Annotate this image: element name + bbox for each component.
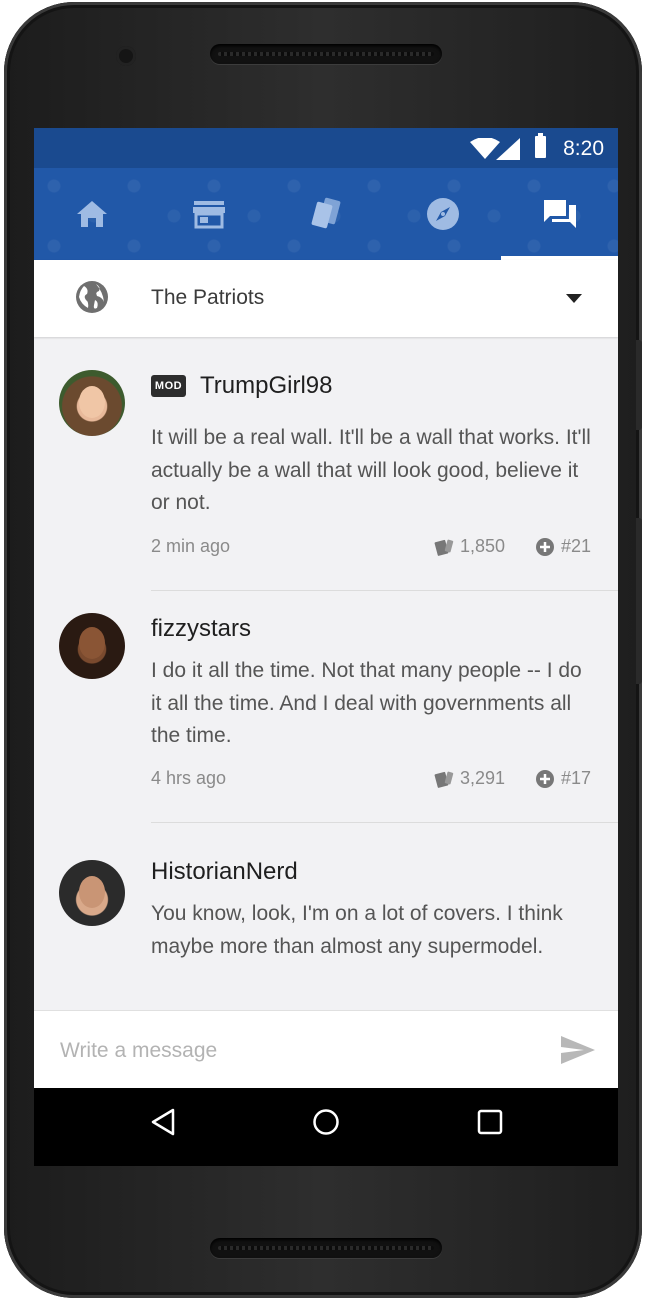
rank-badge: #17: [535, 768, 591, 789]
message-text: You know, look, I'm on a lot of covers. …: [151, 902, 563, 958]
divider: [151, 590, 618, 591]
cards-icon: [311, 197, 341, 229]
home-icon: [77, 201, 107, 227]
tab-cards[interactable]: [268, 168, 384, 260]
power-button: [636, 518, 642, 684]
message-composer: [34, 1010, 618, 1089]
mod-badge: MOD: [151, 375, 186, 397]
send-icon[interactable]: [560, 1035, 596, 1065]
avatar[interactable]: [59, 370, 125, 436]
battery-icon: [535, 133, 546, 158]
status-bar: 8:20: [34, 128, 618, 168]
system-nav-bar: [34, 1088, 618, 1166]
likes-value: 3,291: [459, 768, 505, 788]
globe-icon: [76, 281, 108, 313]
home-button-icon[interactable]: [312, 1108, 340, 1136]
avatar[interactable]: [59, 860, 125, 926]
avatar[interactable]: [59, 613, 125, 679]
volume-button: [636, 340, 642, 430]
tab-explore[interactable]: [385, 168, 501, 260]
divider: [151, 822, 618, 823]
rank-badge: #21: [535, 536, 591, 557]
bottom-speaker: [210, 1238, 442, 1258]
front-camera: [116, 46, 136, 66]
message-text: It will be a real wall. It'll be a wall …: [151, 426, 591, 514]
group-name: The Patriots: [151, 286, 265, 309]
message-time: 2 min ago: [151, 536, 231, 556]
tab-home[interactable]: [34, 168, 150, 260]
tab-chat[interactable]: [502, 168, 618, 260]
likes-value: 1,850: [459, 536, 505, 556]
cards-icon: [434, 539, 454, 556]
username[interactable]: fizzystars: [151, 615, 251, 643]
chat-icon: [544, 200, 576, 228]
back-icon[interactable]: [150, 1108, 176, 1136]
plus-circle-icon: [535, 537, 554, 556]
phone-frame: 8:20 The Patriots MOD TrumpGirl98 It wil…: [4, 2, 642, 1298]
group-selector[interactable]: The Patriots: [34, 260, 618, 337]
tab-bar: [34, 168, 618, 260]
signal-icon: [496, 138, 520, 160]
cards-icon: [434, 771, 454, 788]
plus-circle-icon: [535, 769, 554, 788]
rank-value: #17: [560, 768, 591, 788]
recents-icon[interactable]: [477, 1108, 503, 1136]
screen: 8:20 The Patriots MOD TrumpGirl98 It wil…: [34, 128, 618, 1166]
status-time: 8:20: [563, 137, 604, 160]
top-speaker: [210, 44, 442, 64]
tab-store[interactable]: [151, 168, 267, 260]
likes-count[interactable]: 3,291: [434, 768, 505, 789]
compass-icon: [427, 198, 459, 230]
store-icon: [193, 201, 225, 229]
message-time: 4 hrs ago: [151, 768, 227, 788]
username[interactable]: TrumpGirl98: [200, 372, 332, 400]
chevron-down-icon[interactable]: [566, 294, 582, 303]
username[interactable]: HistorianNerd: [151, 858, 298, 886]
likes-count[interactable]: 1,850: [434, 536, 505, 557]
rank-value: #21: [560, 536, 591, 556]
message-text: I do it all the time. Not that many peop…: [151, 659, 582, 747]
message-input[interactable]: [58, 1031, 542, 1071]
